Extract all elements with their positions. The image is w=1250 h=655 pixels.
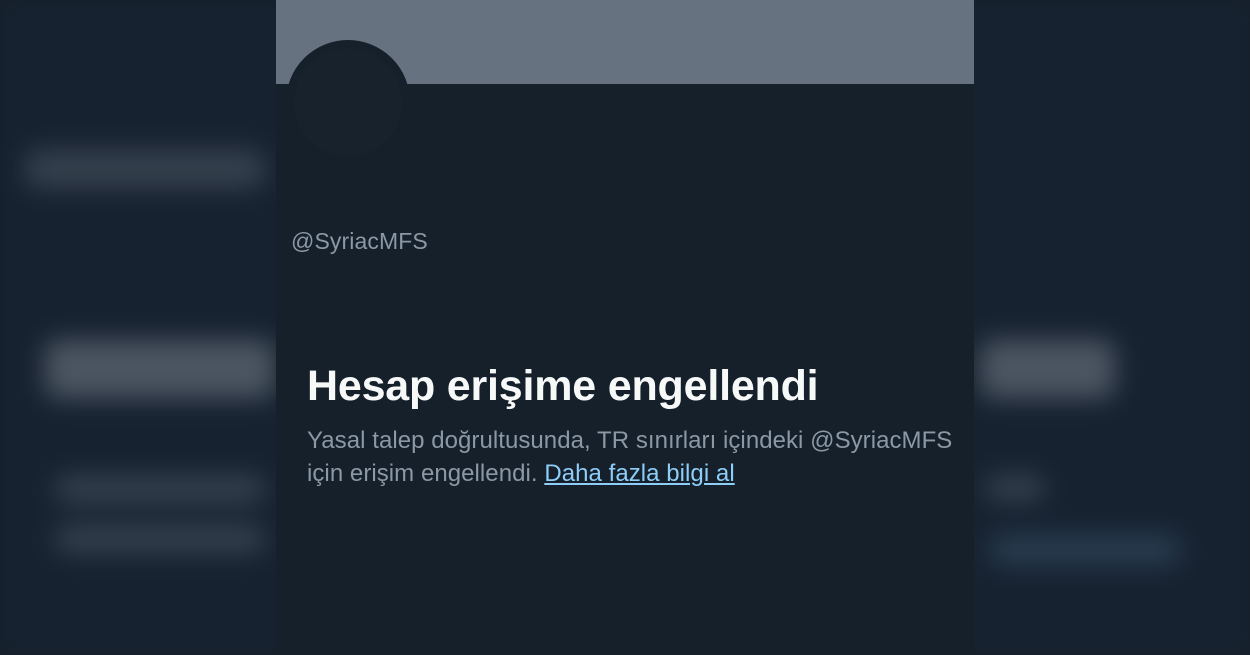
profile-handle: @SyriacMFS <box>291 228 428 254</box>
screenshot-stage: @SyriacMFS Hesap erişime engellendi Yasa… <box>0 0 1250 655</box>
account-withheld-message: Yasal talep doğrultusunda, TR sınırları … <box>307 424 957 490</box>
blurred-body-left-2 <box>55 525 265 553</box>
learn-more-link[interactable]: Daha fazla bilgi al <box>544 460 734 487</box>
blurred-body-right <box>985 475 1045 501</box>
blurred-title-left <box>45 340 275 398</box>
blurred-link-right <box>990 535 1180 565</box>
avatar-image-placeholder <box>294 48 402 156</box>
profile-card: @SyriacMFS Hesap erişime engellendi Yasa… <box>276 0 974 655</box>
account-withheld-title: Hesap erişime engellendi <box>307 361 819 410</box>
blurred-handle-left <box>25 150 265 188</box>
blurred-body-left-1 <box>55 475 265 503</box>
profile-avatar[interactable] <box>286 40 410 164</box>
blurred-title-right <box>980 340 1115 398</box>
